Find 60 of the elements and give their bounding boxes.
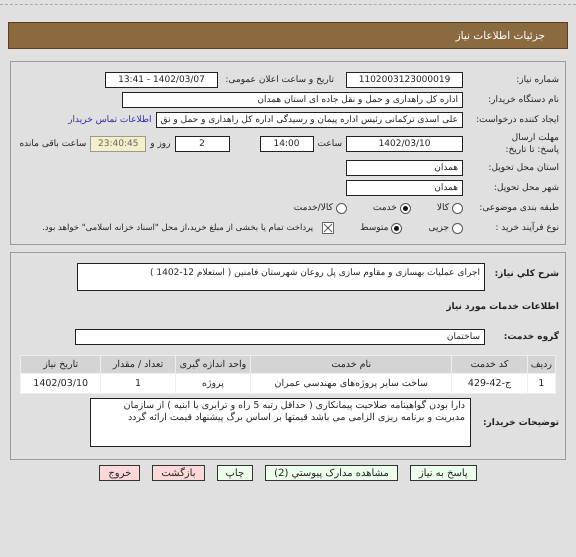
table-cell: ج-42-429 xyxy=(452,374,527,393)
field-label: شهر محل تحویل: xyxy=(492,183,559,193)
need-number-field[interactable]: 1102003123000019 xyxy=(346,72,463,88)
column-header: تاریخ نیاز xyxy=(21,356,100,373)
days-label: روز و xyxy=(150,139,170,149)
radio-button[interactable] xyxy=(400,202,411,214)
deadline-time-field[interactable]: 14:00 xyxy=(260,136,314,152)
radio-label: متوسط xyxy=(360,223,388,233)
table-cell: ساخت سایر پروژه‌های مهندسی عمران xyxy=(251,374,452,393)
radio-button[interactable] xyxy=(391,222,402,234)
section-heading: اطلاعات خدمات مورد نیاز xyxy=(446,302,559,312)
field-label: مهلت ارسال پاسخ: تا تاریخ: xyxy=(504,132,559,156)
field-label: توضیحات خریدار: xyxy=(482,418,559,428)
radio-button[interactable] xyxy=(452,222,463,234)
field-label: نام دستگاه خریدار: xyxy=(487,95,559,105)
city-field[interactable]: همدان xyxy=(346,180,463,196)
radio-label: کالا xyxy=(436,203,449,213)
column-header: ردیف xyxy=(528,356,555,373)
requester-field[interactable]: علی اسدی ترکمانی رئیس اداره پیمان و رسیدگی اداره کل راهداری و حمل و نق xyxy=(156,112,463,128)
province-field[interactable]: همدان xyxy=(346,160,463,176)
radio-label: کالا/خدمت xyxy=(294,203,333,213)
field-label: شرح کلي نياز: xyxy=(494,268,559,279)
action-button[interactable]: مشاهده مدارک پیوستي (2) xyxy=(265,465,398,481)
field-label: ایجاد کننده درخواست: xyxy=(475,115,559,125)
table-cell: 1402/03/10 xyxy=(21,374,100,393)
action-button[interactable]: بازگشت xyxy=(152,465,204,481)
payment-note: پرداخت تمام یا بخشی از مبلغ خرید،از محل "اسناد خزانه اسلامی" خواهد بود. xyxy=(42,223,314,233)
action-button[interactable]: چاپ xyxy=(216,465,254,481)
deadline-date-field[interactable]: 1402/03/10 xyxy=(346,136,463,152)
table-cell: 1 xyxy=(101,374,175,393)
column-header: نام خدمت xyxy=(251,356,452,373)
remaining-time-field: 23:40:45 xyxy=(90,136,146,152)
page-header: جزئیات اطلاعات نیاز xyxy=(8,22,568,49)
buyer-field[interactable]: اداره کل راهداری و حمل و نقل جاده ای استان همدان xyxy=(122,92,463,108)
radio-label: خدمت xyxy=(372,203,397,213)
column-header: تعداد / مقدار xyxy=(101,356,175,373)
field-label: طبقه بندی موضوعی: xyxy=(478,203,559,213)
field-label: شماره نیاز: xyxy=(515,75,559,85)
checkbox[interactable] xyxy=(322,222,334,234)
action-button[interactable]: خروج xyxy=(99,465,140,481)
service-group-field[interactable]: ساختمان xyxy=(75,329,485,345)
table-cell: پروژه xyxy=(176,374,250,393)
field-label: استان محل تحویل: xyxy=(487,163,559,173)
days-field[interactable]: 2 xyxy=(174,136,230,152)
field-label: نوع فرآیند خرید : xyxy=(494,223,559,233)
column-header: کد خدمت xyxy=(452,356,527,373)
buyer-contact-link[interactable]: اطلاعات تماس خریدار xyxy=(68,115,152,125)
column-header: واحد اندازه گیری xyxy=(176,356,250,373)
field-label: تاریخ و ساعت اعلان عمومی: xyxy=(224,75,334,85)
action-button[interactable]: پاسخ به نیاز xyxy=(410,465,477,481)
radio-label: جزیی xyxy=(428,223,449,233)
buyer-notes-field[interactable]: دارا بودن گواهینامه صلاحیت پیمانکاری ( حداقل رتبه 5 راه و ترابری یا ابنیه ) از سازمان مدیریت و برنامه ریزی الزامی می باشد قیمتها بر اساس برگ پیشنهاد قیمت ارائه گردد xyxy=(90,398,471,447)
table-cell: 1 xyxy=(528,374,555,393)
radio-button[interactable] xyxy=(336,202,347,214)
radio-button[interactable] xyxy=(452,202,463,214)
time-label: ساعت xyxy=(318,139,342,149)
field-label: گروه خدمت: xyxy=(502,332,559,342)
description-field[interactable]: اجرای عملیات بهسازی و مقاوم سازی پل روعان شهرستان فامنین ( استعلام 12-1402 ) xyxy=(77,263,485,291)
announce-date-field[interactable]: 1402/03/07 - 13:41 xyxy=(105,72,218,88)
remaining-label: ساعت باقی مانده xyxy=(19,139,86,149)
